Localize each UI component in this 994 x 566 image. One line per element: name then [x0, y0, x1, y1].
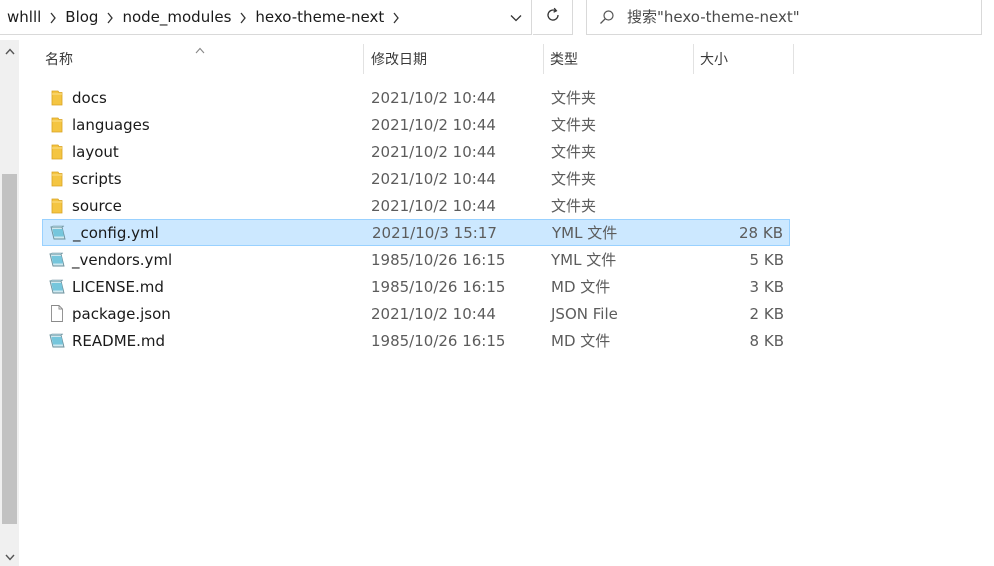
file-type: 文件夹	[551, 143, 597, 161]
folder-icon	[47, 111, 67, 138]
file-date: 2021/10/2 10:44	[371, 304, 496, 323]
blank-file-icon	[47, 300, 67, 327]
file-type: MD 文件	[551, 278, 611, 296]
file-row[interactable]: docs 2021/10/2 10:44 文件夹	[42, 84, 790, 111]
file-type: 文件夹	[551, 170, 597, 188]
folder-icon	[47, 165, 67, 192]
file-list: docs 2021/10/2 10:44 文件夹 languages 2021/…	[42, 84, 790, 354]
chevron-up-icon	[4, 47, 15, 54]
file-type: MD 文件	[551, 332, 611, 350]
file-date: 2021/10/2 10:44	[371, 115, 496, 134]
file-type: YML 文件	[552, 224, 618, 242]
file-name: _config.yml	[73, 223, 159, 242]
file-date: 1985/10/26 16:15	[371, 250, 506, 269]
address-bar-area: whlll Blog node_modules hexo-theme-next	[0, 0, 994, 36]
notepad-file-icon	[47, 246, 67, 273]
refresh-button[interactable]	[533, 0, 573, 35]
file-name: scripts	[72, 169, 122, 188]
column-header: 名称 修改日期 类型 大小	[19, 44, 795, 74]
file-type: JSON File	[551, 304, 618, 323]
file-date: 1985/10/26 16:15	[371, 331, 506, 350]
file-name: _vendors.yml	[72, 250, 173, 269]
file-name: package.json	[72, 304, 171, 323]
sort-ascending-icon	[195, 40, 205, 58]
file-name: docs	[72, 88, 107, 107]
folder-icon	[47, 138, 67, 165]
chevron-right-icon[interactable]	[42, 8, 64, 26]
search-icon	[587, 0, 627, 34]
file-row[interactable]: LICENSE.md 1985/10/26 16:15 MD 文件 3 KB	[42, 273, 790, 300]
file-size: 8 KB	[749, 331, 784, 350]
folder-icon	[47, 84, 67, 111]
column-divider[interactable]	[363, 44, 364, 74]
vertical-scrollbar[interactable]	[0, 40, 19, 566]
chevron-down-icon	[510, 8, 522, 26]
column-divider[interactable]	[693, 44, 694, 74]
file-name: README.md	[72, 331, 166, 350]
file-date: 2021/10/2 10:44	[371, 142, 496, 161]
file-name: languages	[72, 115, 150, 134]
address-bar[interactable]: whlll Blog node_modules hexo-theme-next	[0, 0, 532, 35]
column-header-name[interactable]: 名称	[45, 44, 73, 74]
file-date: 2021/10/3 15:17	[372, 223, 497, 242]
notepad-file-icon	[48, 219, 68, 246]
file-date: 1985/10/26 16:15	[371, 277, 506, 296]
file-row[interactable]: scripts 2021/10/2 10:44 文件夹	[42, 165, 790, 192]
address-history-dropdown[interactable]	[501, 0, 531, 34]
scrollbar-thumb[interactable]	[2, 174, 17, 524]
refresh-icon	[545, 7, 561, 27]
breadcrumb-item-whlll[interactable]: whlll	[6, 8, 42, 26]
file-size: 3 KB	[749, 277, 784, 296]
file-date: 2021/10/2 10:44	[371, 196, 496, 215]
scroll-up-button[interactable]	[0, 42, 19, 60]
column-divider[interactable]	[543, 44, 544, 74]
breadcrumb-item-blog[interactable]: Blog	[64, 8, 99, 26]
file-date: 2021/10/2 10:44	[371, 88, 496, 107]
file-size: 5 KB	[749, 250, 784, 269]
search-box[interactable]	[586, 0, 982, 35]
file-row-selected[interactable]: _config.yml 2021/10/3 15:17 YML 文件 28 KB	[42, 219, 790, 246]
search-input[interactable]	[627, 8, 967, 26]
file-size: 28 KB	[739, 223, 783, 242]
file-date: 2021/10/2 10:44	[371, 169, 496, 188]
file-type: 文件夹	[551, 89, 597, 107]
breadcrumb-item-node-modules[interactable]: node_modules	[121, 8, 232, 26]
file-size: 2 KB	[749, 304, 784, 323]
breadcrumb: whlll Blog node_modules hexo-theme-next	[6, 0, 407, 34]
column-divider[interactable]	[793, 44, 794, 74]
chevron-right-icon[interactable]	[99, 8, 121, 26]
chevron-right-icon[interactable]	[232, 8, 254, 26]
file-type: 文件夹	[551, 116, 597, 134]
file-type: YML 文件	[551, 251, 617, 269]
column-header-type[interactable]: 类型	[550, 44, 578, 74]
file-name: LICENSE.md	[72, 277, 164, 296]
notepad-file-icon	[47, 327, 67, 354]
chevron-down-icon	[4, 554, 15, 561]
notepad-file-icon	[47, 273, 67, 300]
file-row[interactable]: source 2021/10/2 10:44 文件夹	[42, 192, 790, 219]
column-header-date[interactable]: 修改日期	[371, 44, 427, 74]
breadcrumb-item-hexo-theme-next[interactable]: hexo-theme-next	[254, 8, 385, 26]
file-name: source	[72, 196, 122, 215]
file-type: 文件夹	[551, 197, 597, 215]
chevron-right-icon[interactable]	[385, 8, 407, 26]
file-row[interactable]: README.md 1985/10/26 16:15 MD 文件 8 KB	[42, 327, 790, 354]
file-row[interactable]: languages 2021/10/2 10:44 文件夹	[42, 111, 790, 138]
scroll-down-button[interactable]	[0, 548, 19, 566]
file-row[interactable]: layout 2021/10/2 10:44 文件夹	[42, 138, 790, 165]
file-row[interactable]: _vendors.yml 1985/10/26 16:15 YML 文件 5 K…	[42, 246, 790, 273]
file-row[interactable]: package.json 2021/10/2 10:44 JSON File 2…	[42, 300, 790, 327]
folder-icon	[47, 192, 67, 219]
column-header-size[interactable]: 大小	[700, 44, 728, 74]
file-name: layout	[72, 142, 119, 161]
